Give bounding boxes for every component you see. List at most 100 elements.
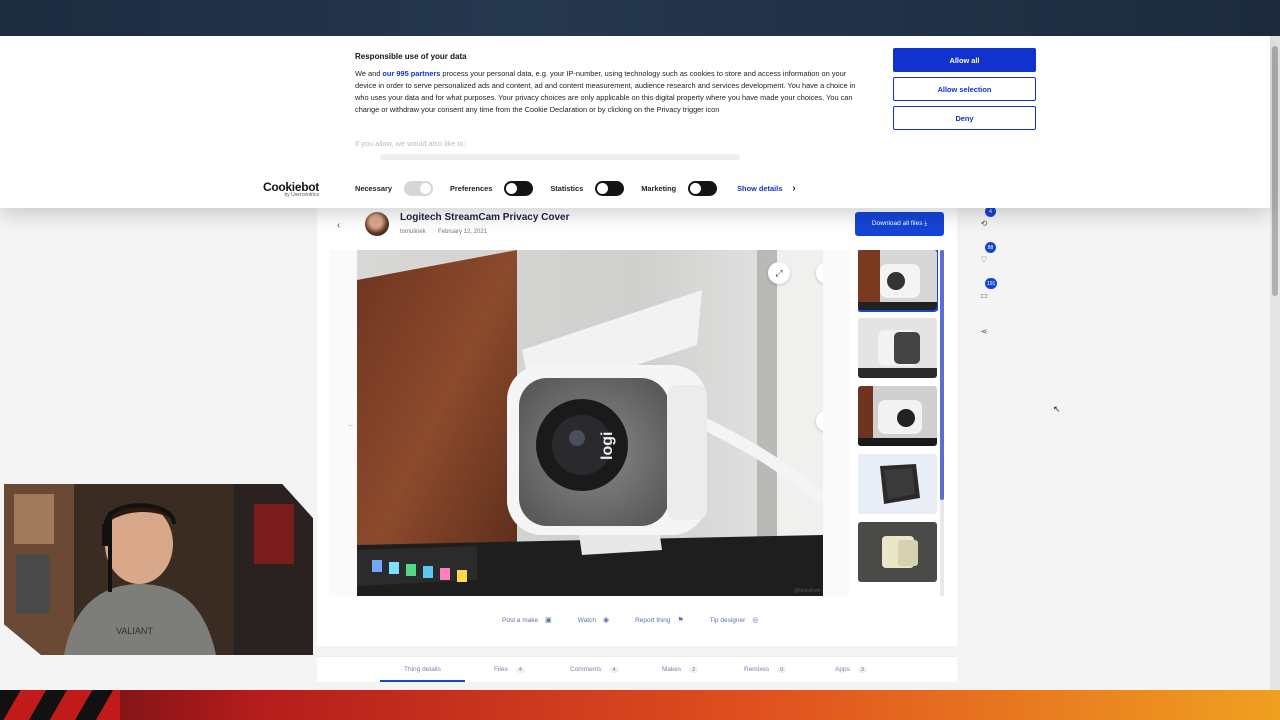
tab-count: 4 [609,666,619,673]
thumbnail[interactable] [858,454,937,514]
remix-button[interactable]: ⟲ 4 [975,206,996,232]
author-link[interactable]: tomulinek [400,229,426,235]
tab-label: Thing details [404,666,441,673]
main-photo[interactable]: logi @tomulinek ⤢ ⤓ → [357,250,823,596]
thumbnail-scrollbar[interactable] [940,250,944,596]
report-thing-button[interactable]: Report thing ⚑ [635,616,684,625]
tab-count: 2 [689,666,699,673]
cookie-title: Responsible use of your data [355,52,467,61]
share-button[interactable]: ⋖ [975,322,993,340]
tab-label: Remixes [744,666,770,673]
prev-image-arrow-icon[interactable]: ← [347,419,356,429]
like-button[interactable]: ♡ 88 [975,242,996,268]
toggle-label: Marketing [641,183,677,193]
download-all-button[interactable]: Download all files ⤓ [855,212,944,236]
thumbnail-image [858,250,937,310]
toggle-label: Necessary [355,183,392,193]
page-scrollbar[interactable] [1270,36,1280,690]
action-label: Post a make [502,616,539,624]
thumbnail-strip [858,250,938,596]
heart-icon: ♡ [980,254,988,264]
toggle-necessary: Necessary [355,180,433,196]
coin-icon: ◎ [752,617,759,624]
chevron-right-icon: › [792,182,796,194]
cookie-text-start: We and [355,69,383,78]
action-label: Report thing [635,616,671,624]
thumbnail[interactable] [858,386,937,446]
marketing-switch[interactable] [688,180,718,196]
allow-selection-button[interactable]: Allow selection [893,77,1036,101]
tip-designer-button[interactable]: Tip designer ◎ [709,616,759,625]
download-all-label: Download all files [871,220,923,227]
back-chevron-icon[interactable]: ‹ [337,220,340,231]
thumbnail[interactable] [858,522,937,582]
stream-frame-top [0,0,1280,36]
tab-label: Apps [835,666,850,673]
collect-button[interactable]: ▭ 191 [975,278,998,304]
share-icon: ⋖ [980,326,988,336]
consent-toggles: Necessary Preferences Statistics Marketi… [355,180,796,196]
tab-files[interactable]: Files 4 [494,666,525,673]
cookie-faded-line [380,154,740,160]
toggle-preferences: Preferences [450,180,534,196]
tab-remixes[interactable]: Remixes 0 [744,666,787,673]
thumbnail-image [858,386,937,446]
webcam-photo: logi @tomulinek [357,250,823,596]
action-label: Watch [577,616,596,624]
watermark: @tomulinek [794,588,821,594]
webcam-overlay: VALIANT [4,484,313,655]
count-badge: 191 [985,278,998,289]
cookie-text: We and our 995 partners process your per… [355,68,865,116]
toggle-label: Statistics [550,183,584,193]
tab-comments[interactable]: Comments 4 [570,666,619,673]
expand-icon[interactable]: ⤢ [768,262,790,284]
post-make-button[interactable]: Post a make ▣ [502,616,552,625]
tab-label: Makes [662,666,682,673]
thumbnail-image [858,522,937,582]
preferences-switch[interactable] [504,180,534,196]
active-tab-indicator [380,680,465,682]
remix-icon: ⟲ [980,218,988,228]
deny-button[interactable]: Deny [893,106,1036,130]
tab-makes[interactable]: Makes 2 [662,666,699,673]
tab-label: Comments [570,666,602,673]
tab-label: Files [494,666,508,673]
eye-icon: ◉ [602,617,610,624]
webcam-feed: VALIANT [4,484,313,655]
cookie-button-column: Allow all Allow selection Deny [893,48,1037,135]
thumbnail-scroll-thumb[interactable] [940,250,944,500]
flag-icon: ⚑ [677,617,684,624]
tab-thing-details[interactable]: Thing details [404,666,441,673]
folder-icon: ▭ [980,290,988,300]
count-badge: 88 [985,242,996,253]
shirt-print: VALIANT [116,626,153,636]
download-icon: ⤓ [924,220,928,227]
logi-logo: logi [599,432,616,460]
toggle-statistics: Statistics [550,180,625,196]
stream-frame-bottom [0,690,1280,720]
avatar[interactable] [365,212,389,236]
toggle-marketing: Marketing [641,180,718,196]
show-details-link[interactable]: Show details › [737,183,796,194]
thumbnail-image [858,318,937,378]
statistics-switch[interactable] [595,180,625,196]
tab-count: 3 [857,666,867,673]
partners-link[interactable]: our 995 partners [382,69,440,78]
tab-apps[interactable]: Apps 3 [835,666,867,673]
scroll-thumb[interactable] [1272,46,1278,296]
cookiebot-logo: Cookiebot by Usercentrics [263,180,319,198]
thumbnail[interactable] [858,318,937,378]
watch-button[interactable]: Watch ◉ [577,616,610,625]
cookie-faded-text: If you allow, we would also like to: [355,139,466,148]
mouse-cursor-icon: ↖ [1053,404,1061,414]
side-actions: ⟲ 4 ♡ 88 ▭ 191 ⋖ [975,206,998,358]
action-label: Tip designer [709,616,746,624]
thing-actions: Post a make ▣ Watch ◉ Report thing ⚑ Tip de… [502,616,784,625]
tab-count: 4 [515,666,525,673]
toggle-label: Preferences [450,183,493,193]
publish-date: February 12, 2021 [438,229,488,235]
thumbnail[interactable] [858,250,938,312]
necessary-switch [404,180,433,196]
allow-all-button[interactable]: Allow all [893,48,1036,72]
cookie-banner: Responsible use of your data We and our … [0,36,1270,208]
